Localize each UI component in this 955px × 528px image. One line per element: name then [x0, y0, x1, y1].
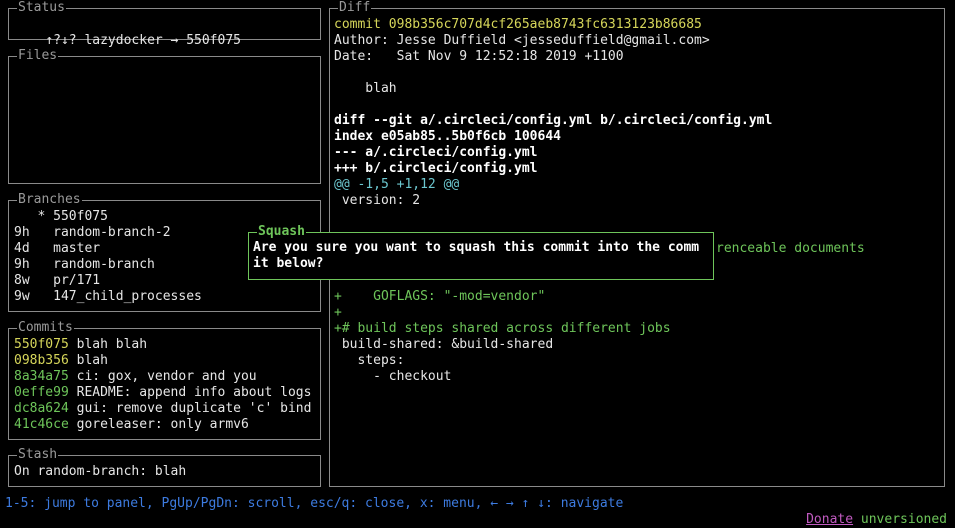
commit-item[interactable]: 098b356 blah [14, 353, 311, 369]
sync-status: ↑?↓? [45, 33, 77, 48]
branch-age: 9h [14, 257, 30, 272]
commit-sha: dc8a624 [14, 401, 69, 416]
commits-panel[interactable]: Commits 550f075 blah blah 098b356 blah 8a3… [8, 320, 321, 440]
current-branch-marker [30, 225, 46, 240]
diff-added-line: + [334, 305, 342, 320]
commit-item[interactable]: dc8a624 gui: remove duplicate 'c' bind [14, 401, 311, 417]
commit-item[interactable]: 8a34a75 ci: gox, vendor and you [14, 369, 311, 385]
diff-added-line-partial: renceable documents [716, 241, 865, 256]
diff-context-line: version: 2 [334, 193, 421, 208]
diff-added-line: + GOFLAGS: "-mod=vendor" [334, 289, 546, 304]
commit-message: gui: remove duplicate 'c' bind [76, 401, 312, 416]
commit-hash-line: commit 098b356c707d4cf265aeb8743fc631312… [334, 17, 702, 32]
branch-item[interactable]: 9w 147_child_processes [14, 289, 202, 305]
date-line: Date: Sat Nov 9 12:52:18 2019 +1100 [334, 49, 624, 64]
commit-message: goreleaser: only armv6 [76, 417, 249, 432]
diff-added-line: +# build steps shared across different j… [334, 321, 671, 336]
branch-item[interactable]: 4d master [14, 241, 202, 257]
squash-dialog-title: Squash [257, 224, 306, 240]
branch-name: 147_child_processes [53, 289, 202, 304]
branch-name: 550f075 [53, 209, 108, 224]
version-label: unversioned [860, 512, 947, 527]
diff-git-line: diff --git a/.circleci/config.yml b/.cir… [334, 113, 773, 128]
files-panel-title: Files [17, 48, 59, 64]
author-line: Author: Jesse Duffield <jesseduffield@gm… [334, 33, 710, 48]
plus-file-line: +++ b/.circleci/config.yml [334, 161, 538, 176]
minus-file-line: --- a/.circleci/config.yml [334, 145, 538, 160]
stash-panel[interactable]: Stash On random-branch: blah [8, 447, 321, 487]
current-branch-marker: * [29, 209, 46, 224]
diff-context-line: build-shared: &build-shared [334, 337, 554, 352]
commit-item[interactable]: 41c46ce goreleaser: only armv6 [14, 417, 311, 433]
branch-item[interactable]: 9h random-branch-2 [14, 225, 202, 241]
diff-context-line: - checkout [334, 369, 452, 384]
squash-confirm-dialog[interactable]: Squash Are you sure you want to squash t… [248, 224, 714, 280]
commit-message: blah blah [76, 337, 148, 352]
branch-item[interactable]: 8w pr/171 [14, 273, 202, 289]
commit-message-line: blah [334, 81, 397, 96]
branch-name: pr/171 [53, 273, 101, 288]
repo-branch-status: lazydocker → 550f075 [84, 33, 241, 48]
branch-age: 9h [14, 225, 30, 240]
branch-name: master [53, 241, 101, 256]
commits-panel-title: Commits [17, 320, 74, 336]
files-panel[interactable]: Files [8, 48, 321, 184]
current-branch-marker [30, 273, 46, 288]
branch-name: random-branch [53, 257, 155, 272]
diff-panel-title: Diff [338, 0, 372, 16]
branch-age: 8w [14, 273, 30, 288]
index-line: index e05ab85..5b0f6cb 100644 [334, 129, 561, 144]
commit-item[interactable]: 0effe99 README: append info about logs [14, 385, 311, 401]
current-branch-marker [30, 289, 46, 304]
branch-age: 9w [14, 289, 30, 304]
diff-context-line: steps: [334, 353, 405, 368]
branch-item[interactable]: * 550f075 [14, 209, 202, 225]
branch-age [14, 209, 30, 224]
current-branch-marker [30, 257, 46, 272]
current-branch-marker [30, 241, 46, 256]
stash-entry[interactable]: On random-branch: blah [14, 464, 186, 480]
commit-sha: 8a34a75 [14, 369, 69, 384]
commit-item[interactable]: 550f075 blah blah [14, 337, 311, 353]
branch-item[interactable]: 9h random-branch [14, 257, 202, 273]
donate-link[interactable]: Donate [806, 512, 853, 527]
commit-sha: 098b356 [14, 353, 69, 368]
commit-sha: 550f075 [14, 337, 69, 352]
stash-panel-title: Stash [17, 447, 59, 463]
status-panel[interactable]: Status ↑?↓? lazydocker → 550f075 [8, 0, 321, 48]
keybindings-hint: 1-5: jump to panel, PgUp/PgDn: scroll, e… [5, 496, 624, 511]
squash-dialog-message: Are you sure you want to squash this com… [253, 240, 700, 255]
commit-message: README: append info about logs [76, 385, 312, 400]
branch-name: random-branch-2 [53, 225, 171, 240]
diff-content: commit 098b356c707d4cf265aeb8743fc631312… [334, 17, 939, 385]
hunk-header-line: @@ -1,5 +1,12 @@ [334, 177, 460, 192]
commit-message: blah [76, 353, 108, 368]
commit-message: ci: gox, vendor and you [76, 369, 257, 384]
commit-sha: 0effe99 [14, 385, 69, 400]
branches-panel-title: Branches [17, 192, 82, 208]
commit-sha: 41c46ce [14, 417, 69, 432]
squash-dialog-message-cont: it below? [253, 256, 324, 271]
branch-age: 4d [14, 241, 30, 256]
status-panel-title: Status [17, 0, 66, 16]
